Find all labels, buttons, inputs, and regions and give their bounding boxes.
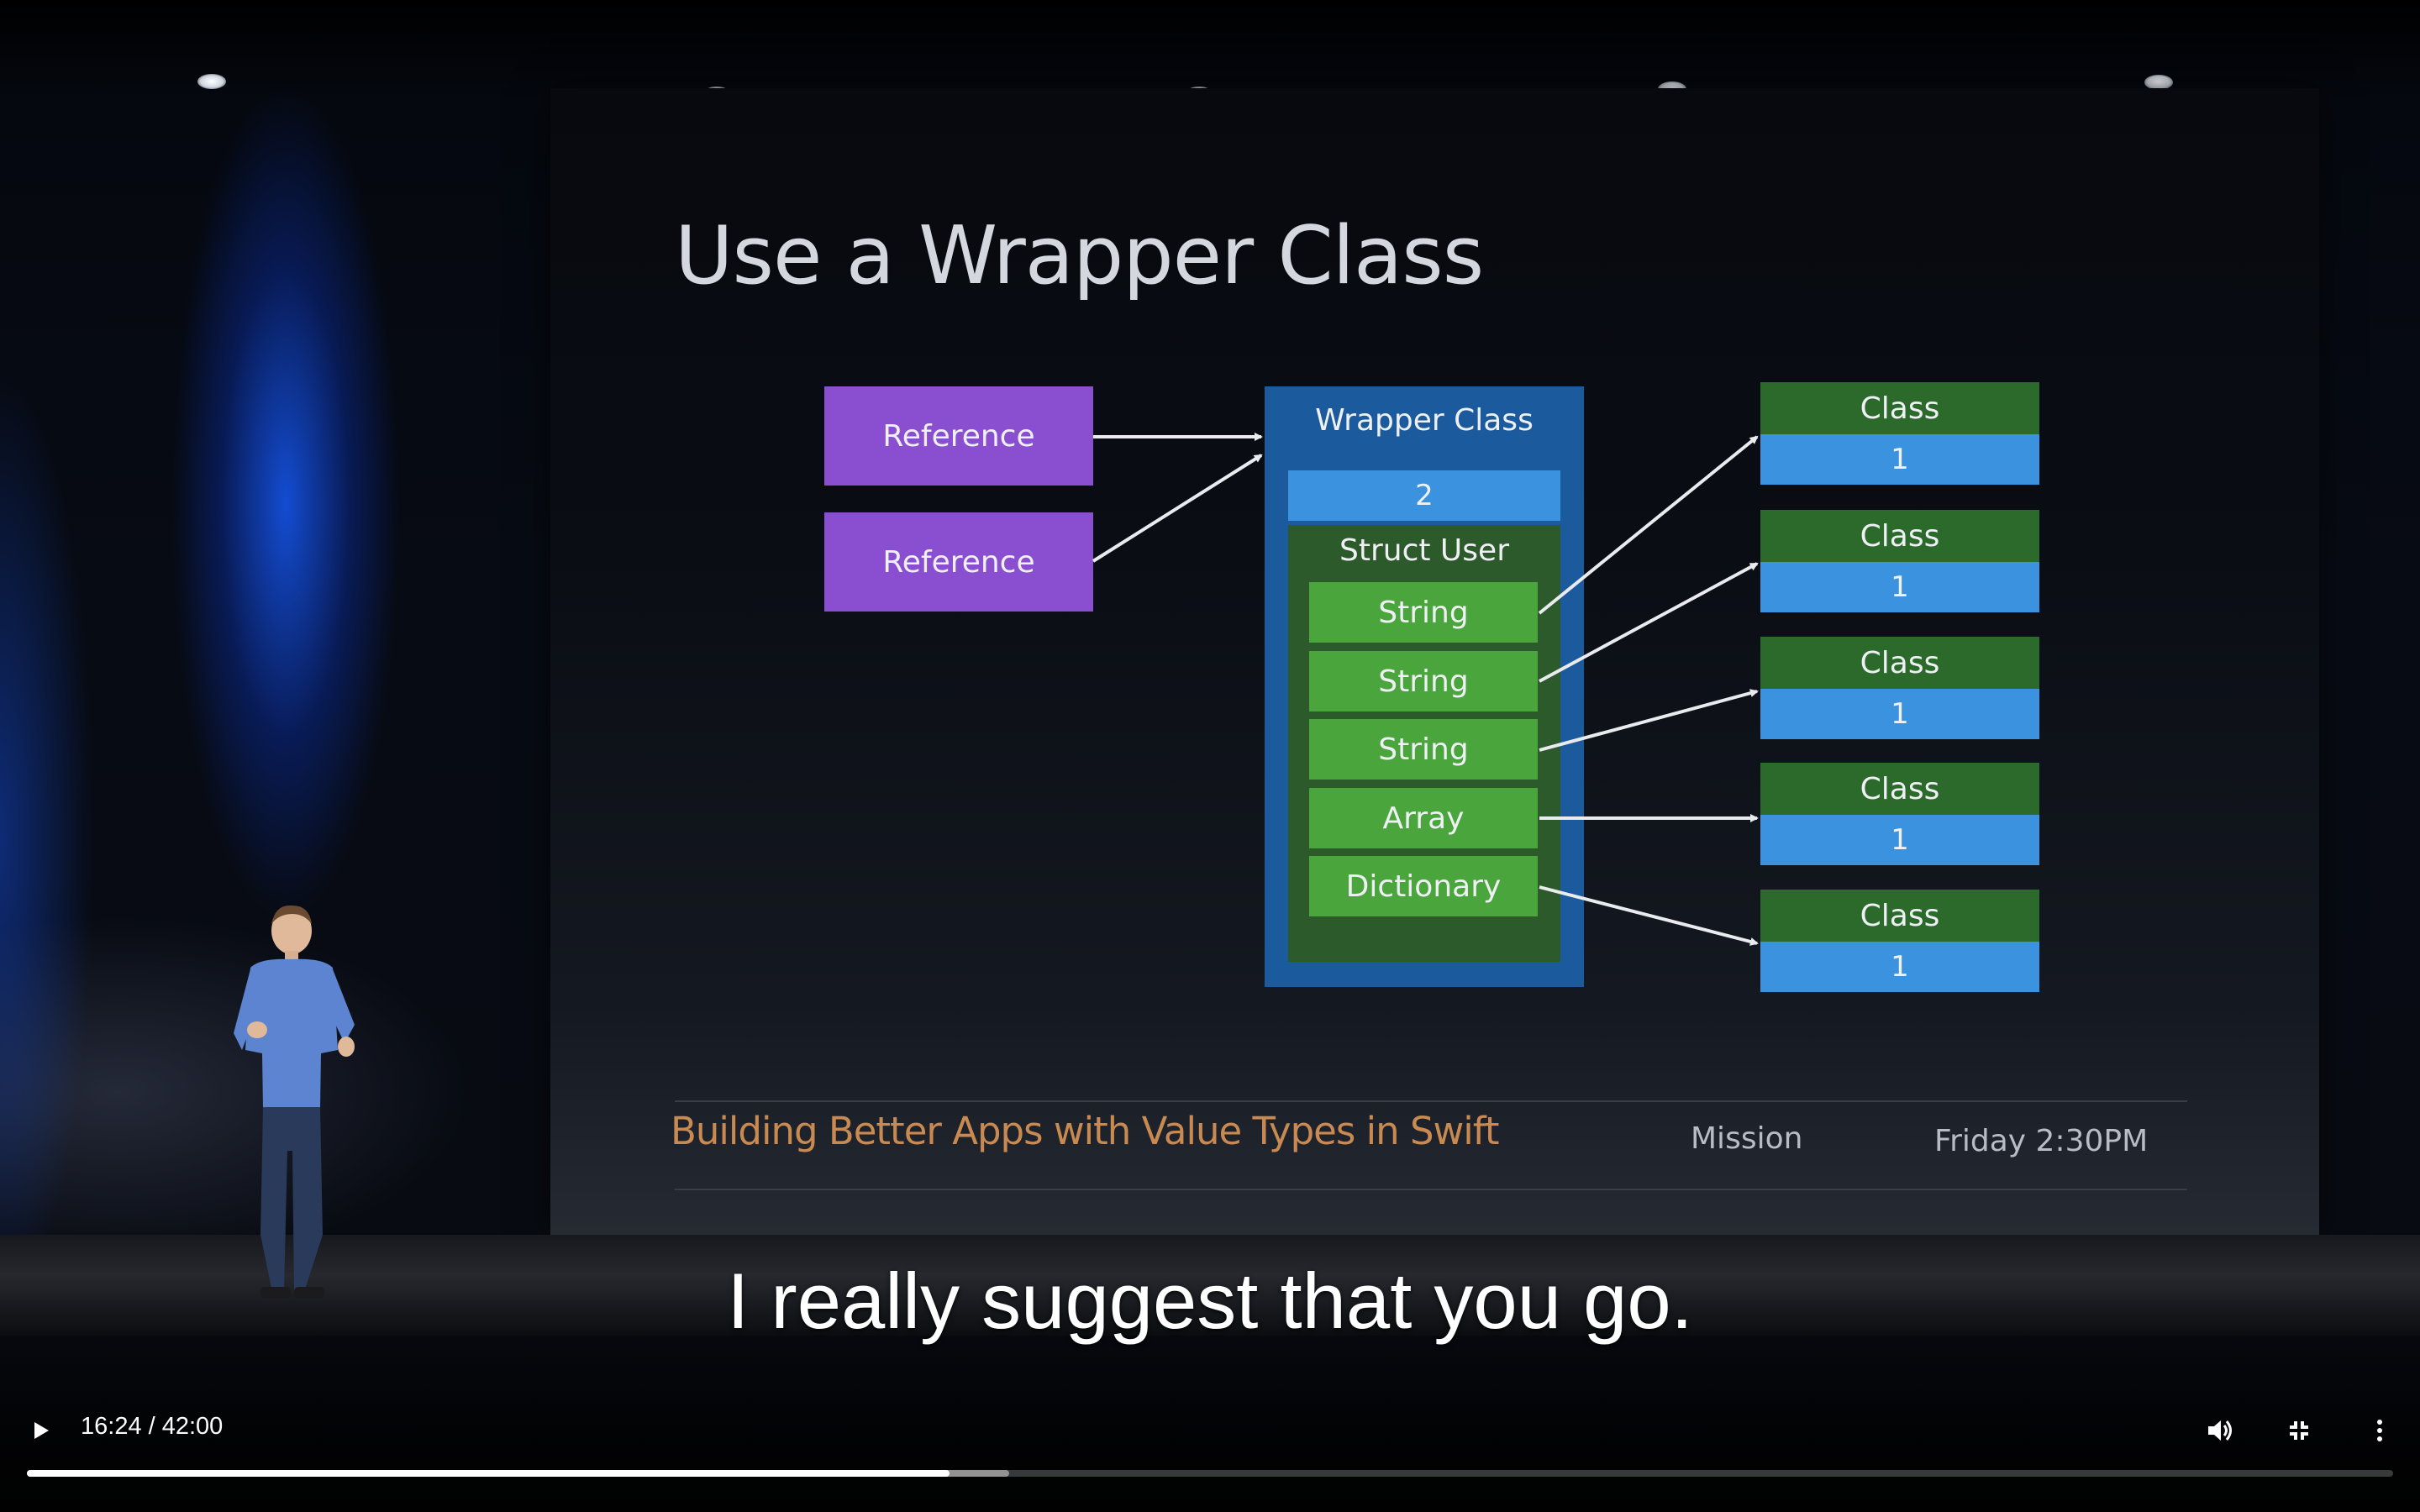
exit-fullscreen-button[interactable] <box>2274 1405 2324 1456</box>
progress-bar[interactable] <box>27 1470 2393 1477</box>
session-title: Building Better Apps with Value Types in… <box>671 1109 1500 1153</box>
play-button[interactable] <box>15 1405 66 1456</box>
presentation-screen: Use a Wrapper Class Reference Reference … <box>550 88 2319 1235</box>
progress-played <box>27 1470 950 1477</box>
volume-icon <box>2208 1420 2232 1441</box>
arrow <box>1092 454 1263 563</box>
stage-light <box>197 74 226 89</box>
time-display: 16:24 / 42:00 <box>81 1413 224 1440</box>
arrow <box>1538 435 1759 615</box>
session-time: Friday 2:30PM <box>1934 1124 2149 1158</box>
exit-fullscreen-icon <box>2290 1421 2308 1440</box>
arrow <box>1539 562 1759 683</box>
session-room: Mission <box>1691 1121 1803 1156</box>
play-icon <box>34 1422 49 1439</box>
speaker <box>234 905 355 1299</box>
volume-button[interactable] <box>2195 1405 2245 1456</box>
footer-divider <box>675 1189 2187 1190</box>
arrow <box>1539 689 1759 752</box>
player-controls <box>0 1344 2420 1512</box>
footer-divider <box>675 1100 2187 1102</box>
more-vert-icon <box>2377 1420 2382 1441</box>
diagram-arrows <box>1092 433 1759 946</box>
video-frame[interactable]: Use a Wrapper Class Reference Reference … <box>0 0 2420 1512</box>
more-options-button[interactable] <box>2354 1405 2405 1456</box>
arrow <box>1539 885 1759 946</box>
subtitle-caption: I really suggest that you go. <box>727 1257 1693 1345</box>
